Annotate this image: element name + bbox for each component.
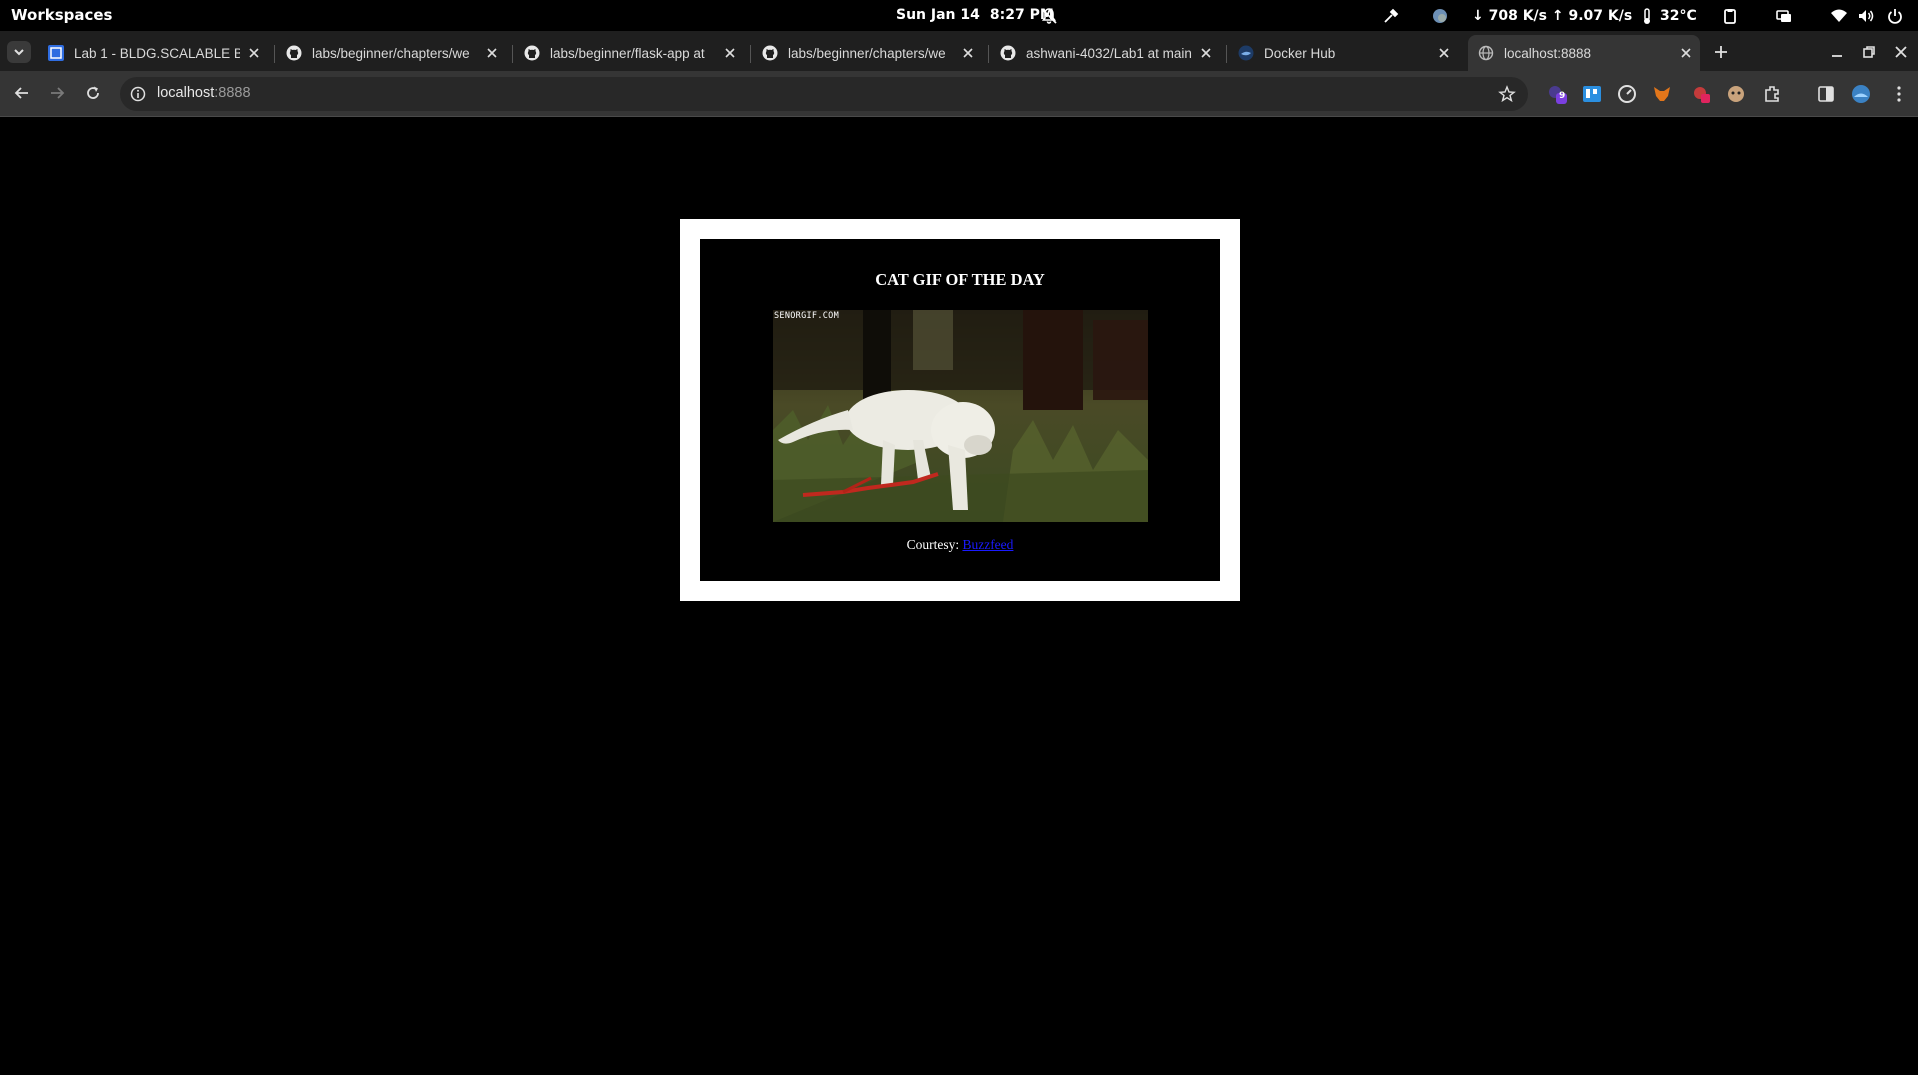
workspaces-button[interactable]: Workspaces bbox=[11, 6, 112, 24]
gif-card: CAT GIF OF THE DAY SENORGIF.COM Courtesy… bbox=[700, 239, 1220, 581]
tab-title: localhost:8888 bbox=[1504, 45, 1592, 61]
clock-date: Sun Jan 14 bbox=[896, 7, 980, 23]
web-page-content: CAT GIF OF THE DAY SENORGIF.COM Courtesy… bbox=[0, 118, 1918, 1075]
courtesy-line: Courtesy: Buzzfeed bbox=[700, 537, 1220, 553]
tab-title: Docker Hub bbox=[1264, 45, 1336, 61]
notifications-muted-icon[interactable] bbox=[1040, 7, 1058, 25]
wifi-icon[interactable] bbox=[1830, 7, 1848, 25]
page-title: CAT GIF OF THE DAY bbox=[875, 270, 1045, 289]
gif-card-frame: CAT GIF OF THE DAY SENORGIF.COM Courtesy… bbox=[680, 219, 1240, 601]
close-icon[interactable] bbox=[722, 45, 738, 61]
cpu-temperature-icon bbox=[1644, 8, 1650, 24]
tab-title: labs/beginner/chapters/we bbox=[788, 45, 946, 61]
temperature-readout: 32°C bbox=[1660, 8, 1697, 24]
network-speed: ↓ 708 K/s ↑ 9.07 K/s bbox=[1472, 8, 1633, 24]
volume-icon[interactable] bbox=[1857, 7, 1875, 25]
tab-localhost-8888[interactable]: localhost:8888 bbox=[1468, 35, 1700, 71]
tab-title: labs/beginner/flask-app at bbox=[550, 45, 705, 61]
course-icon bbox=[48, 45, 64, 61]
display-icon[interactable] bbox=[1775, 7, 1793, 25]
tab-title: Lab 1 - BLDG.SCALABLE BLCKC bbox=[74, 45, 240, 61]
cat-gif-illustration bbox=[773, 310, 1148, 522]
address-bar[interactable]: localhost:8888 bbox=[120, 77, 1528, 111]
cat-gif-image: SENORGIF.COM bbox=[773, 310, 1148, 522]
extensions-puzzle-icon[interactable] bbox=[1762, 84, 1782, 104]
gif-watermark: SENORGIF.COM bbox=[774, 311, 840, 321]
extension-badge[interactable]: 9 bbox=[1547, 84, 1567, 104]
github-icon bbox=[524, 45, 540, 61]
close-icon[interactable] bbox=[1198, 45, 1214, 61]
tab-title: labs/beginner/chapters/we bbox=[312, 45, 470, 61]
chevron-down-icon bbox=[14, 49, 24, 56]
close-icon[interactable] bbox=[1678, 45, 1694, 61]
power-icon[interactable] bbox=[1886, 7, 1904, 25]
url-text: localhost:8888 bbox=[157, 85, 251, 101]
close-icon[interactable] bbox=[246, 45, 262, 61]
globe-icon bbox=[1478, 45, 1494, 61]
minimize-icon[interactable] bbox=[1829, 44, 1845, 60]
tab-search-button[interactable] bbox=[7, 41, 31, 63]
tab-docker-hub[interactable]: Docker Hub bbox=[1228, 35, 1458, 71]
close-icon[interactable] bbox=[484, 45, 500, 61]
docker-icon bbox=[1238, 45, 1254, 61]
close-icon[interactable] bbox=[1436, 45, 1452, 61]
close-icon[interactable] bbox=[960, 45, 976, 61]
more-menu-icon[interactable] bbox=[1889, 84, 1909, 104]
close-window-icon[interactable] bbox=[1893, 44, 1909, 60]
courtesy-label: Courtesy: bbox=[906, 537, 963, 552]
back-arrow-icon[interactable] bbox=[12, 83, 32, 103]
browser-toolbar: localhost:8888 9 bbox=[0, 71, 1918, 117]
new-tab-plus-icon[interactable] bbox=[1712, 43, 1730, 61]
metamask-fox-icon[interactable] bbox=[1652, 84, 1672, 104]
side-panel-icon[interactable] bbox=[1816, 84, 1836, 104]
tab-title: ashwani-4032/Lab1 at main bbox=[1026, 45, 1192, 61]
restore-icon[interactable] bbox=[1861, 44, 1877, 60]
tab-github-chapters-2[interactable]: labs/beginner/chapters/we bbox=[752, 35, 982, 71]
system-top-bar: Workspaces Sun Jan 14 8:27 PM ↓ 708 K/s ↑… bbox=[0, 0, 1918, 31]
github-icon bbox=[286, 45, 302, 61]
red-extension-icon[interactable] bbox=[1691, 84, 1711, 104]
extension-badge-count: 9 bbox=[1559, 91, 1566, 101]
speed-extension-icon[interactable] bbox=[1617, 84, 1637, 104]
tab-github-flask-app[interactable]: labs/beginner/flask-app at bbox=[514, 35, 744, 71]
url-port: :8888 bbox=[214, 85, 251, 101]
buzzfeed-link[interactable]: Buzzfeed bbox=[962, 537, 1013, 552]
site-info-icon[interactable] bbox=[130, 86, 146, 102]
forward-arrow-icon[interactable] bbox=[47, 83, 67, 103]
avatar-extension-icon[interactable] bbox=[1726, 84, 1746, 104]
github-icon bbox=[762, 45, 778, 61]
tab-github-chapters-1[interactable]: labs/beginner/chapters/we bbox=[276, 35, 506, 71]
tab-lab1-course[interactable]: Lab 1 - BLDG.SCALABLE BLCKC bbox=[38, 35, 268, 71]
profile-avatar-icon[interactable] bbox=[1851, 84, 1871, 104]
clock[interactable]: Sun Jan 14 8:27 PM bbox=[896, 7, 1064, 23]
github-icon bbox=[1000, 45, 1016, 61]
browser-tab-strip: Lab 1 - BLDG.SCALABLE BLCKC labs/beginne… bbox=[0, 31, 1918, 71]
tab-github-lab1[interactable]: ashwani-4032/Lab1 at main bbox=[990, 35, 1220, 71]
vpn-globe-icon[interactable] bbox=[1431, 7, 1449, 25]
trello-extension-icon[interactable] bbox=[1582, 84, 1602, 104]
clipboard-icon[interactable] bbox=[1721, 7, 1739, 25]
color-picker-icon[interactable] bbox=[1382, 7, 1400, 25]
reload-icon[interactable] bbox=[83, 83, 103, 103]
bookmark-star-icon[interactable] bbox=[1498, 85, 1516, 103]
url-host: localhost bbox=[157, 85, 215, 101]
